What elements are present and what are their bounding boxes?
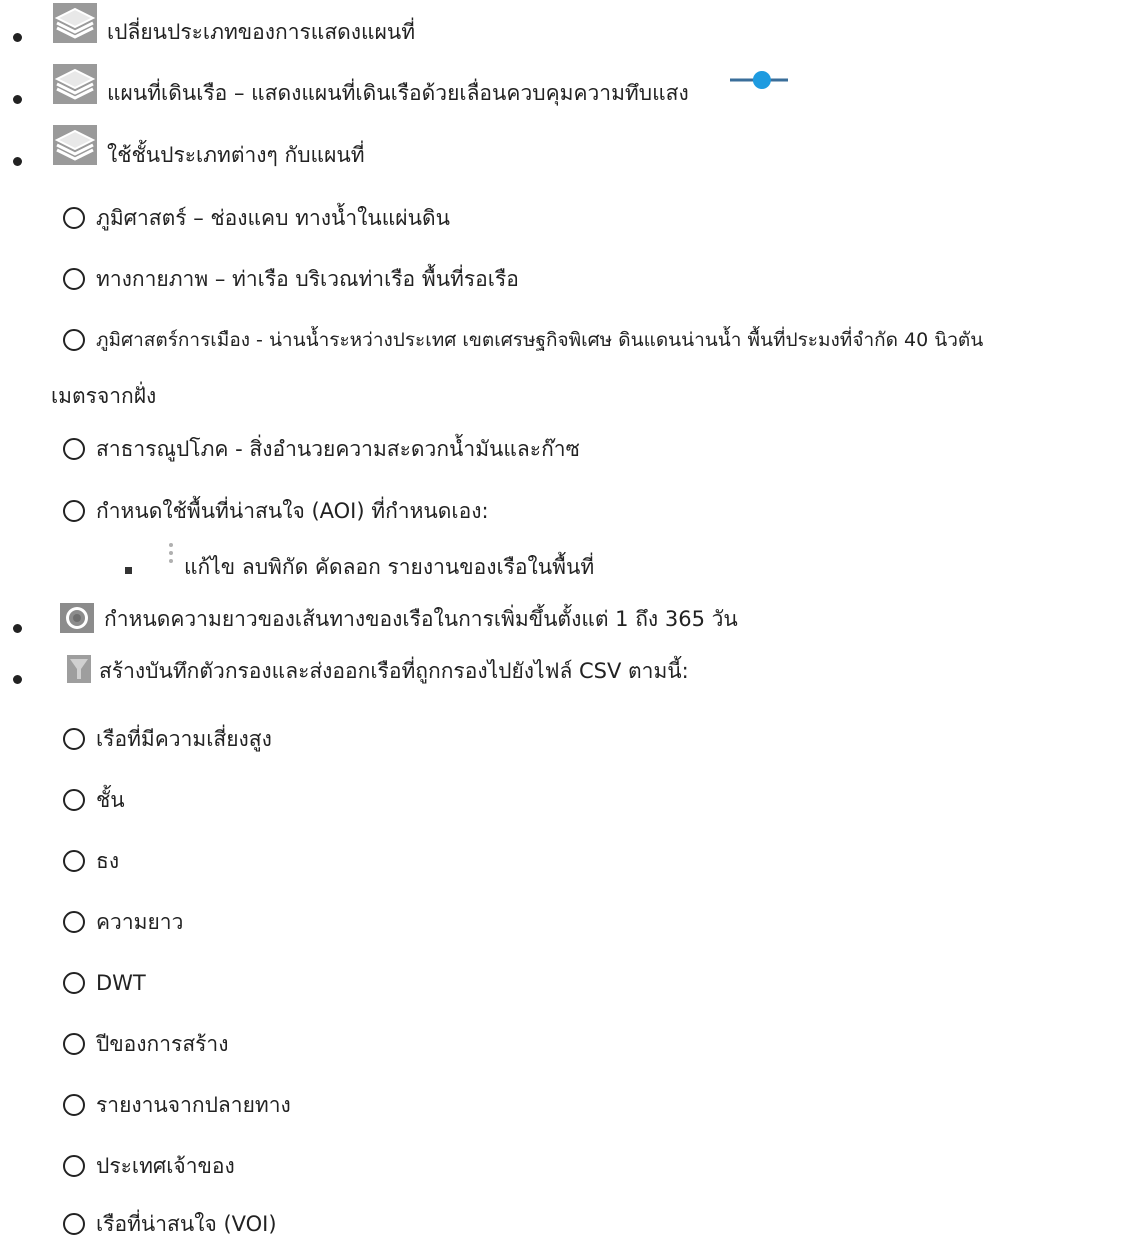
more-vertical-icon <box>167 542 175 566</box>
circle-bullet <box>63 1033 85 1055</box>
circle-bullet <box>63 1155 85 1177</box>
sub-list-item: DWT <box>63 972 146 994</box>
bullet <box>13 33 22 42</box>
layers-icon <box>53 64 97 104</box>
circle-bullet <box>63 438 85 460</box>
sub-list-item: เรือที่มีความเสี่ยงสูง <box>63 728 272 750</box>
bullet <box>13 157 22 166</box>
sub-list-item: กำหนดใช้พื้นที่น่าสนใจ (AOI) ที่กำหนดเอง… <box>63 500 489 522</box>
circle-bullet <box>63 268 85 290</box>
sub-list-item: ธง <box>63 850 119 872</box>
sub-list-item: ภูมิศาสตร์การเมือง - น่านน้ำระหว่างประเท… <box>63 329 983 351</box>
sub-list-item: เรือที่น่าสนใจ (VOI) <box>63 1213 277 1235</box>
list-item-text: แผนที่เดินเรือ – แสดงแผนที่เดินเรือด้วยเ… <box>107 81 689 105</box>
list-item: สร้างบันทึกตัวกรองและส่งออกเรือที่ถูกกรอ… <box>99 659 689 683</box>
sub-list-item: ประเทศเจ้าของ <box>63 1155 235 1177</box>
circle-bullet <box>63 789 85 811</box>
circle-bullet <box>63 207 85 229</box>
list-item-text: ใช้ชั้นประเภทต่างๆ กับแผนที่ <box>107 143 365 167</box>
circle-bullet <box>63 728 85 750</box>
list-item: กำหนดความยาวของเส้นทางของเรือในการเพิ่มข… <box>104 607 738 631</box>
circle-bullet <box>63 850 85 872</box>
sub-list-item: ชั้น <box>63 789 125 811</box>
sub-list-item: ความยาว <box>63 911 183 933</box>
bullet <box>13 675 22 684</box>
layers-icon <box>53 125 97 165</box>
bullet <box>13 624 22 633</box>
list-item: แผนที่เดินเรือ – แสดงแผนที่เดินเรือด้วยเ… <box>107 83 689 104</box>
circle-bullet <box>63 911 85 933</box>
circle-bullet <box>63 1213 85 1235</box>
sub-list-item: ปีของการสร้าง <box>63 1033 228 1055</box>
list-item: เปลี่ยนประเภทของการแสดงแผนที่ <box>107 22 415 43</box>
circle-bullet <box>63 329 85 351</box>
sub-list-item-continuation: เมตรจากฝั่ง <box>51 384 157 408</box>
sub-list-item: ทางกายภาพ – ท่าเรือ บริเวณท่าเรือ พื้นที… <box>63 268 519 290</box>
square-bullet <box>125 567 132 574</box>
list-item-text: เปลี่ยนประเภทของการแสดงแผนที่ <box>107 20 416 44</box>
nested-list-item: แก้ไข ลบพิกัด คัดลอก รายงานของเรือในพื้น… <box>184 555 595 579</box>
opacity-slider-icon[interactable] <box>728 68 790 92</box>
bullet <box>13 95 22 104</box>
sub-list-item: ภูมิศาสตร์ – ช่องแคบ ทางน้ำในแผ่นดิน <box>63 207 450 229</box>
filter-icon <box>67 655 91 683</box>
circle-bullet <box>63 972 85 994</box>
list-item: ใช้ชั้นประเภทต่างๆ กับแผนที่ <box>107 145 365 166</box>
circle-bullet <box>63 1094 85 1116</box>
sub-list-item: รายงานจากปลายทาง <box>63 1094 291 1116</box>
track-target-icon <box>60 603 94 633</box>
sub-list-item: สาธารณูปโภค - สิ่งอำนวยความสะดวกน้ำมันแล… <box>63 438 580 460</box>
circle-bullet <box>63 500 85 522</box>
layers-icon <box>53 3 97 43</box>
